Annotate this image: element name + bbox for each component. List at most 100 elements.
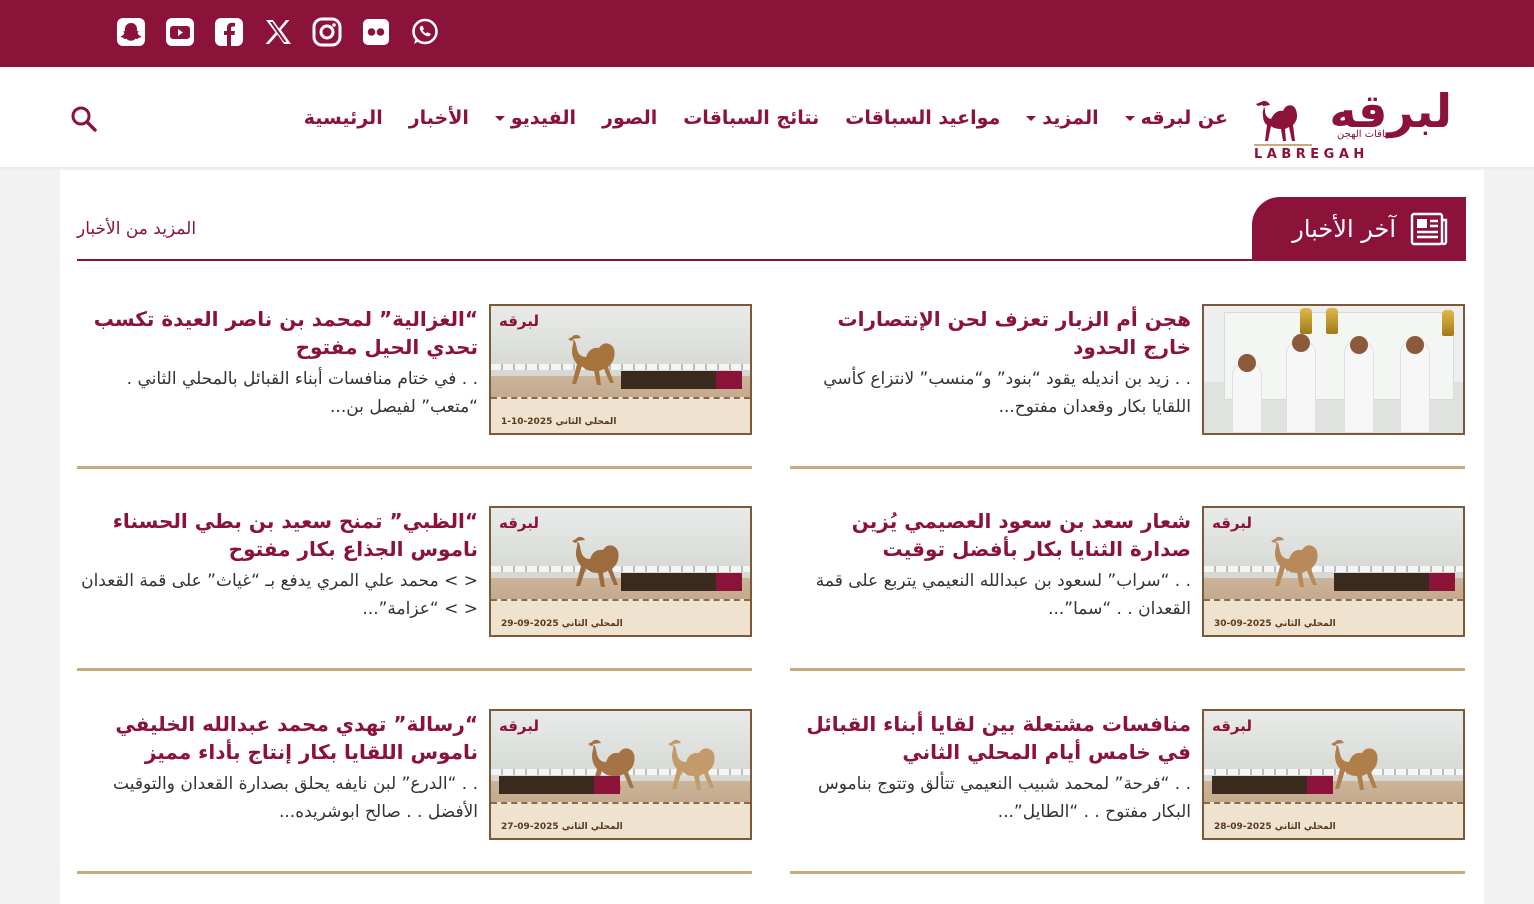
- news-thumbnail[interactable]: [1202, 304, 1465, 435]
- thumb-tag: [1307, 776, 1333, 794]
- section-tab: آخر الأخبار: [1252, 197, 1466, 260]
- facebook-icon[interactable]: [213, 16, 244, 47]
- camel-icon: [568, 334, 615, 385]
- person-head: [1350, 336, 1368, 354]
- instagram-icon[interactable]: [311, 16, 342, 47]
- logo-english: LABREGAH: [1254, 147, 1369, 162]
- news-card: لبرقه المحلي الثاني 2025-09-30 شعار سعد …: [790, 506, 1465, 671]
- camel-logo-icon: [1254, 101, 1312, 146]
- thumb-banner: المحلي الثاني 2025-09-27: [491, 802, 750, 838]
- trophy-icon: [1326, 308, 1338, 334]
- trophy-icon: [1442, 310, 1454, 336]
- thumb-banner: المحلي الثاني 2025-09-28: [1204, 802, 1463, 838]
- news-thumbnail[interactable]: لبرقه المحلي الثاني 2025-09-30: [1202, 506, 1465, 637]
- thumb-label-text: المحلي الثاني: [561, 619, 623, 629]
- nav-schedule-label: مواعيد السباقات: [845, 107, 1001, 129]
- news-title[interactable]: “الغزالية” لمحمد بن ناصر العيدة تكسب تحد…: [77, 305, 478, 361]
- thumb-banner: المحلي الثاني 2025-10-1: [491, 397, 750, 433]
- nav-schedule[interactable]: مواعيد السباقات: [845, 101, 1000, 135]
- nav-photos[interactable]: الصور: [602, 101, 657, 135]
- camel-icon: [588, 739, 635, 790]
- thumb-label: المحلي الثاني 2025-09-27: [501, 822, 623, 832]
- search-icon[interactable]: [70, 105, 98, 133]
- trophy-icon: [1300, 308, 1312, 334]
- thumb-plate: [1334, 573, 1455, 591]
- nav-news-label: الأخبار: [408, 107, 469, 129]
- thumb-brand: لبرقه: [499, 717, 540, 735]
- main-header: لبرقه لسباقات الهجن LABREGAH الرئيسية ال…: [0, 67, 1534, 167]
- nav-video-label: الفيديو: [510, 107, 576, 129]
- more-news-link[interactable]: المزيد من الأخبار: [77, 219, 196, 239]
- logo-subtitle: لسباقات الهجن: [1337, 129, 1400, 140]
- chevron-down-icon: [1026, 115, 1037, 121]
- nav-photos-label: الصور: [602, 107, 658, 129]
- news-title[interactable]: منافسات مشتعلة بين لقايا أبناء القبائل ف…: [790, 710, 1191, 766]
- news-title[interactable]: هجن أم الزبار تعزف لحن الإنتصارات خارج ا…: [790, 305, 1191, 361]
- nav-results-label: نتائج السباقات: [683, 107, 820, 129]
- news-text: “الغزالية” لمحمد بن ناصر العيدة تكسب تحد…: [77, 305, 478, 421]
- news-thumbnail[interactable]: لبرقه المحلي الثاني 2025-09-28: [1202, 709, 1465, 840]
- thumb-plate: [499, 776, 620, 794]
- thumb-brand: لبرقه: [499, 514, 540, 532]
- news-excerpt: < > محمد علي المري يدفع بـ “غياث” على قم…: [81, 571, 478, 619]
- person-figure: [1344, 341, 1374, 433]
- news-card: هجن أم الزبار تعزف لحن الإنتصارات خارج ا…: [790, 304, 1465, 469]
- camel-icon: [668, 739, 715, 790]
- thumb-banner: المحلي الثاني 2025-09-29: [491, 599, 750, 635]
- x-icon[interactable]: [262, 16, 293, 47]
- main-nav: الرئيسية الأخبار الفيديو الصور نتائج الس…: [304, 101, 1228, 135]
- person-figure: [1400, 341, 1430, 433]
- newspaper-icon: [1410, 212, 1448, 245]
- news-text: شعار سعد بن سعود العصيمي يُزين صدارة الث…: [790, 507, 1191, 623]
- news-title[interactable]: “الظبي” تمنح سعيد بن بطي الحسناء ناموس ا…: [77, 507, 478, 563]
- nav-news[interactable]: الأخبار: [409, 101, 469, 135]
- thumb-date: 2025-10-1: [501, 417, 553, 427]
- thumb-label: المحلي الثاني 2025-09-30: [1214, 619, 1336, 629]
- news-text: “رسالة” تهدي محمد عبدالله الخليفي ناموس …: [77, 710, 478, 826]
- top-bar: [0, 0, 1534, 67]
- camel-icon: [572, 536, 619, 587]
- chevron-down-icon: [1124, 115, 1135, 121]
- nav-video[interactable]: الفيديو: [494, 101, 576, 135]
- news-title[interactable]: شعار سعد بن سعود العصيمي يُزين صدارة الث…: [790, 507, 1191, 563]
- camel-icon: [1331, 739, 1378, 790]
- youtube-icon[interactable]: [164, 16, 195, 47]
- thumb-label-text: المحلي الثاني: [1274, 822, 1336, 832]
- thumb-tag: [716, 371, 742, 389]
- news-thumbnail[interactable]: لبرقه المحلي الثاني 2025-10-1: [489, 304, 752, 435]
- thumb-plate: [1212, 776, 1333, 794]
- nav-home[interactable]: الرئيسية: [304, 101, 383, 135]
- thumb-label-text: المحلي الثاني: [555, 417, 617, 427]
- news-excerpt: . . “الدرع” لبن نايفه يحلق بصدارة القعدا…: [113, 774, 478, 822]
- thumb-label-text: المحلي الثاني: [1274, 619, 1336, 629]
- news-thumbnail[interactable]: لبرقه المحلي الثاني 2025-09-29: [489, 506, 752, 637]
- news-card: لبرقه المحلي الثاني 2025-09-29 “الظبي” ت…: [77, 506, 752, 671]
- thumb-label: المحلي الثاني 2025-10-1: [501, 417, 616, 427]
- flickr-icon[interactable]: [360, 16, 391, 47]
- news-card: لبرقه المحلي الثاني 2025-09-28 منافسات م…: [790, 709, 1465, 874]
- news-text: هجن أم الزبار تعزف لحن الإنتصارات خارج ا…: [790, 305, 1191, 421]
- news-card: لبرقه المحلي الثاني 2025-10-1 “الغزالية”…: [77, 304, 752, 469]
- thumb-plate: [621, 573, 742, 591]
- nav-more[interactable]: المزيد: [1026, 101, 1099, 135]
- news-title[interactable]: “رسالة” تهدي محمد عبدالله الخليفي ناموس …: [77, 710, 478, 766]
- thumb-date: 2025-09-27: [501, 822, 559, 832]
- news-thumbnail[interactable]: لبرقه المحلي الثاني 2025-09-27: [489, 709, 752, 840]
- person-head: [1238, 354, 1256, 372]
- snapchat-icon[interactable]: [115, 16, 146, 47]
- news-excerpt: . . “فرحة” لمحمد شبيب النعيمي تتألق وتتو…: [818, 774, 1191, 822]
- camel-icon: [1271, 536, 1318, 587]
- section-header: آخر الأخبار المزيد من الأخبار: [77, 197, 1466, 261]
- thumb-date: 2025-09-30: [1214, 619, 1272, 629]
- person-head: [1292, 334, 1310, 352]
- nav-home-label: الرئيسية: [303, 107, 383, 129]
- person-head: [1406, 336, 1424, 354]
- nav-about[interactable]: عن لبرقه: [1124, 101, 1228, 135]
- whatsapp-icon[interactable]: [409, 16, 440, 47]
- nav-about-label: عن لبرقه: [1140, 107, 1228, 129]
- site-logo[interactable]: لبرقه لسباقات الهجن LABREGAH: [1250, 83, 1460, 165]
- section-title: آخر الأخبار: [1292, 214, 1396, 243]
- news-text: منافسات مشتعلة بين لقايا أبناء القبائل ف…: [790, 710, 1191, 826]
- thumb-plate: [621, 371, 742, 389]
- nav-results[interactable]: نتائج السباقات: [683, 101, 819, 135]
